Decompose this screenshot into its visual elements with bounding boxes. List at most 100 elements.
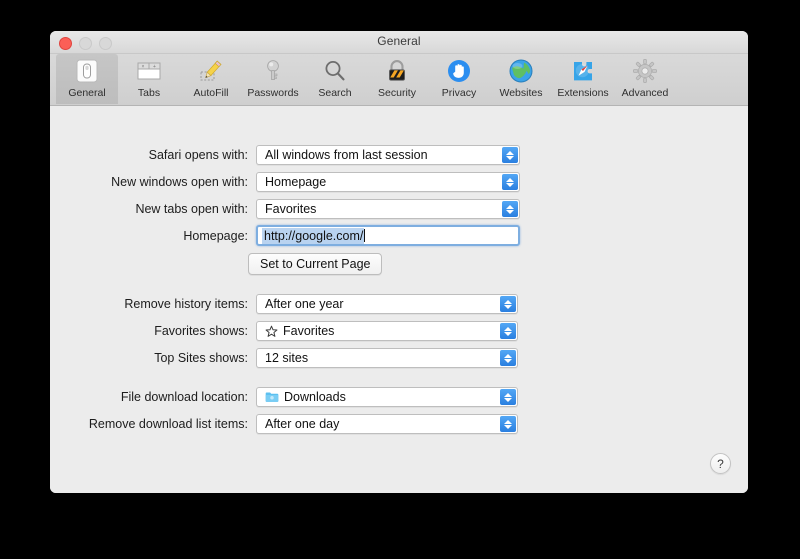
new-windows-open-with-stepper[interactable] (502, 174, 518, 190)
file-download-location-popup[interactable]: Downloads (256, 387, 518, 407)
tab-extensions[interactable]: Extensions (552, 54, 614, 104)
tab-passwords-label: Passwords (247, 87, 298, 99)
extensions-icon (568, 56, 598, 86)
remove-download-list-items-label: Remove download list items: (82, 417, 256, 431)
autofill-icon (196, 56, 226, 86)
window-title: General (50, 34, 748, 48)
chevron-up-icon (504, 300, 512, 304)
remove-download-list-items-popup[interactable]: After one day (256, 414, 518, 434)
favorites-shows-label: Favorites shows: (82, 324, 256, 338)
chevron-down-icon (504, 359, 512, 363)
tab-privacy[interactable]: Privacy (428, 54, 490, 104)
row-new-tabs-open-with: New tabs open with: Favorites (82, 199, 520, 219)
tab-privacy-label: Privacy (442, 87, 476, 99)
tab-general-label: General (68, 87, 105, 99)
svg-text:+: + (153, 64, 156, 70)
svg-text:×: × (142, 64, 145, 70)
screen: General General (0, 0, 800, 559)
tab-tabs-label: Tabs (138, 87, 160, 99)
passwords-icon (258, 56, 288, 86)
file-download-location-value: Downloads (284, 390, 346, 404)
row-safari-opens-with: Safari opens with: All windows from last… (82, 145, 520, 165)
tab-websites-label: Websites (500, 87, 543, 99)
text-caret (364, 229, 365, 242)
chevron-up-icon (506, 178, 514, 182)
tabs-icon: × + (134, 56, 164, 86)
homepage-value: http://google.com/ (262, 228, 364, 244)
row-remove-download-list-items: Remove download list items: After one da… (82, 414, 518, 434)
tab-autofill-label: AutoFill (193, 87, 228, 99)
set-to-current-page-button[interactable]: Set to Current Page (248, 253, 382, 275)
row-set-to-current-page: Set to Current Page (248, 253, 382, 275)
row-remove-history-items: Remove history items: After one year (82, 294, 518, 314)
row-file-download-location: File download location: Downloads (82, 387, 518, 407)
new-tabs-open-with-stepper[interactable] (502, 201, 518, 217)
window-titlebar: General (50, 31, 748, 54)
privacy-icon (444, 56, 474, 86)
chevron-down-icon (506, 183, 514, 187)
tab-websites[interactable]: Websites (490, 54, 552, 104)
favorites-shows-stepper[interactable] (500, 323, 516, 339)
preferences-toolbar: General × + Tabs (50, 54, 748, 106)
favorites-shows-popup[interactable]: Favorites (256, 321, 518, 341)
chevron-up-icon (506, 205, 514, 209)
tab-passwords[interactable]: Passwords (242, 54, 304, 104)
new-tabs-open-with-value: Favorites (257, 202, 316, 216)
remove-download-list-items-value: After one day (257, 417, 339, 431)
row-homepage: Homepage: http://google.com/ (82, 225, 520, 246)
chevron-down-icon (504, 332, 512, 336)
new-windows-open-with-popup[interactable]: Homepage (256, 172, 520, 192)
row-top-sites-shows: Top Sites shows: 12 sites (82, 348, 518, 368)
tab-security-label: Security (378, 87, 416, 99)
tab-search[interactable]: Search (304, 54, 366, 104)
top-sites-shows-stepper[interactable] (500, 350, 516, 366)
general-icon (72, 56, 102, 86)
top-sites-shows-popup[interactable]: 12 sites (256, 348, 518, 368)
chevron-up-icon (504, 327, 512, 331)
tab-general[interactable]: General (56, 54, 118, 104)
new-windows-open-with-label: New windows open with: (82, 175, 256, 189)
tab-advanced-label: Advanced (622, 87, 669, 99)
top-sites-shows-label: Top Sites shows: (82, 351, 256, 365)
tab-autofill[interactable]: AutoFill (180, 54, 242, 104)
advanced-icon (630, 56, 660, 86)
file-download-location-label: File download location: (82, 390, 256, 404)
chevron-down-icon (504, 305, 512, 309)
new-tabs-open-with-label: New tabs open with: (82, 202, 256, 216)
tab-advanced[interactable]: Advanced (614, 54, 676, 104)
homepage-input[interactable]: http://google.com/ (256, 225, 520, 246)
tab-extensions-label: Extensions (557, 87, 608, 99)
new-tabs-open-with-popup[interactable]: Favorites (256, 199, 520, 219)
websites-icon (506, 56, 536, 86)
safari-opens-with-label: Safari opens with: (82, 148, 256, 162)
safari-preferences-window: General General (50, 31, 748, 493)
general-preferences-pane: Safari opens with: All windows from last… (50, 106, 748, 493)
star-icon (265, 325, 278, 338)
chevron-up-icon (506, 151, 514, 155)
folder-icon (265, 391, 279, 403)
chevron-up-icon (504, 354, 512, 358)
security-icon (382, 56, 412, 86)
row-new-windows-open-with: New windows open with: Homepage (82, 172, 520, 192)
new-windows-open-with-value: Homepage (257, 175, 326, 189)
remove-history-items-label: Remove history items: (82, 297, 256, 311)
remove-history-items-popup[interactable]: After one year (256, 294, 518, 314)
tab-security[interactable]: Security (366, 54, 428, 104)
file-download-location-stepper[interactable] (500, 389, 516, 405)
tab-tabs[interactable]: × + Tabs (118, 54, 180, 104)
favorites-shows-value: Favorites (283, 324, 334, 338)
top-sites-shows-value: 12 sites (257, 351, 308, 365)
row-favorites-shows: Favorites shows: Favorites (82, 321, 518, 341)
safari-opens-with-popup[interactable]: All windows from last session (256, 145, 520, 165)
chevron-down-icon (504, 398, 512, 402)
chevron-up-icon (504, 393, 512, 397)
help-button[interactable]: ? (710, 453, 731, 474)
remove-download-list-items-stepper[interactable] (500, 416, 516, 432)
homepage-label: Homepage: (82, 229, 256, 243)
chevron-down-icon (504, 425, 512, 429)
chevron-down-icon (506, 210, 514, 214)
chevron-down-icon (506, 156, 514, 160)
remove-history-items-stepper[interactable] (500, 296, 516, 312)
tab-search-label: Search (318, 87, 351, 99)
safari-opens-with-stepper[interactable] (502, 147, 518, 163)
